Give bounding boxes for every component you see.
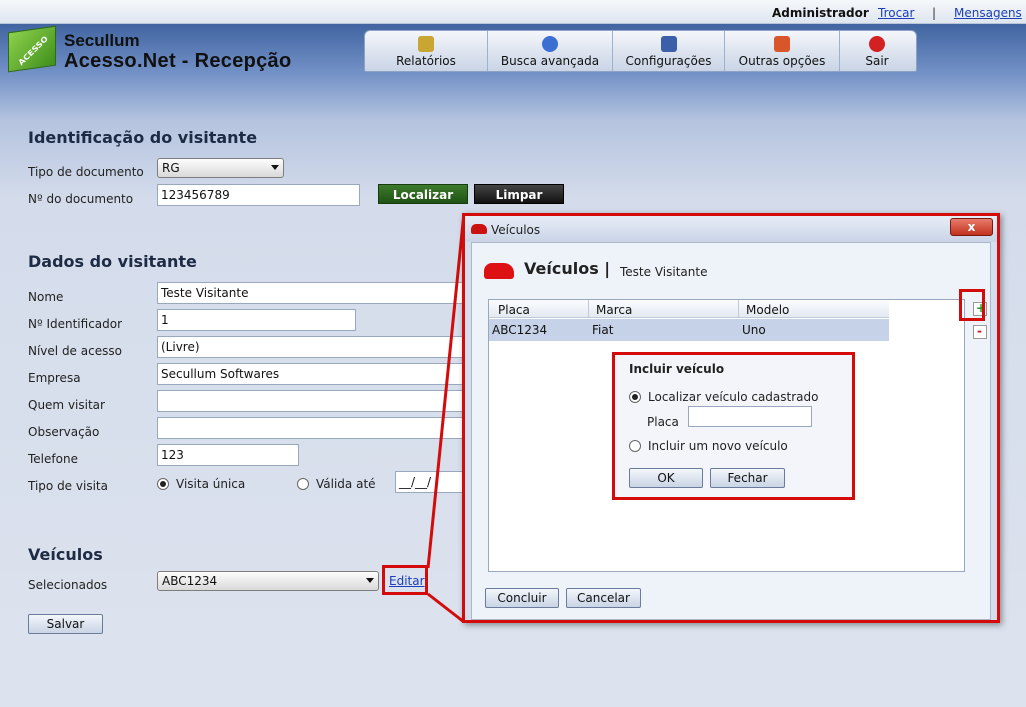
- other-options-button[interactable]: Outras opções: [725, 31, 840, 71]
- close-icon: x: [967, 220, 976, 234]
- reports-button[interactable]: Relatórios: [365, 31, 488, 71]
- settings-button[interactable]: Configurações: [613, 31, 725, 71]
- ok-button[interactable]: OK: [629, 468, 703, 488]
- search-icon: [542, 36, 558, 52]
- car-icon: [484, 263, 514, 279]
- cell-modelo: Uno: [742, 323, 766, 337]
- reports-icon: [418, 36, 434, 52]
- clear-button[interactable]: Limpar: [474, 184, 564, 204]
- conclude-button[interactable]: Concluir: [485, 588, 559, 608]
- phone-input[interactable]: 123: [157, 444, 299, 466]
- vehicles-title: Veículos: [28, 545, 103, 564]
- column-header-marca[interactable]: Marca: [596, 303, 632, 317]
- main-toolbar: Relatórios Busca avançada Configurações …: [364, 30, 917, 72]
- app-title: Acesso.Net - Recepção: [64, 50, 292, 72]
- messages-link[interactable]: Mensagens: [954, 6, 1022, 20]
- dialog-visitor-name: Teste Visitante: [620, 265, 708, 279]
- settings-icon: [660, 36, 677, 52]
- save-button[interactable]: Salvar: [28, 614, 103, 634]
- popup-title: Incluir veículo: [629, 362, 725, 376]
- cell-marca: Fiat: [592, 323, 614, 337]
- plate-label: Placa: [647, 415, 679, 429]
- company-input[interactable]: Secullum Softwares: [157, 363, 465, 385]
- valid-until-label: Válida até: [316, 477, 376, 491]
- locate-registered-radio[interactable]: [629, 391, 641, 403]
- chevron-down-icon: [366, 578, 374, 583]
- plate-input[interactable]: [688, 406, 812, 427]
- identifier-input[interactable]: 1: [157, 309, 356, 331]
- doc-number-input[interactable]: 123456789: [157, 184, 360, 206]
- who-to-visit-input[interactable]: [157, 390, 465, 412]
- app-logo: ACESSO: [8, 25, 56, 73]
- selected-vehicles-label: Selecionados: [28, 578, 108, 592]
- single-visit-radio[interactable]: [157, 478, 169, 490]
- column-header-modelo[interactable]: Modelo: [746, 303, 789, 317]
- brand-name: Secullum: [64, 31, 140, 50]
- doc-number-label: Nº do documento: [28, 192, 134, 206]
- table-header: Placa Marca Modelo: [489, 300, 889, 318]
- app-header: ACESSO Secullum Acesso.Net - Recepção Re…: [0, 24, 1026, 80]
- identifier-label: Nº Identificador: [28, 317, 123, 331]
- minus-icon: -: [977, 324, 982, 338]
- column-header-placa[interactable]: Placa: [498, 303, 530, 317]
- access-level-input[interactable]: (Livre): [157, 336, 465, 358]
- options-icon: [774, 36, 790, 52]
- separator: |: [932, 6, 937, 20]
- dialog-heading: Veículos |: [524, 259, 611, 278]
- access-level-label: Nível de acesso: [28, 344, 122, 358]
- visitor-id-title: Identificação do visitante: [28, 128, 258, 147]
- locate-registered-label: Localizar veículo cadastrado: [648, 390, 819, 404]
- power-icon: [869, 36, 885, 52]
- switch-user-link[interactable]: Trocar: [878, 6, 914, 20]
- single-visit-label: Visita única: [176, 477, 246, 491]
- table-row[interactable]: ABC1234 Fiat Uno: [489, 319, 889, 341]
- observation-input[interactable]: [157, 417, 465, 439]
- selected-vehicles-select[interactable]: ABC1234: [157, 571, 379, 591]
- visit-type-label: Tipo de visita: [28, 479, 108, 493]
- new-vehicle-radio[interactable]: [629, 440, 641, 452]
- close-dialog-button[interactable]: x: [950, 218, 993, 236]
- edit-highlight-box: [382, 565, 428, 595]
- observation-label: Observação: [28, 425, 100, 439]
- include-vehicle-popup: Incluir veículo Localizar veículo cadast…: [612, 352, 855, 500]
- name-input[interactable]: Teste Visitante: [157, 282, 465, 304]
- chevron-down-icon: [271, 165, 279, 170]
- close-popup-button[interactable]: Fechar: [710, 468, 785, 488]
- cancel-button[interactable]: Cancelar: [566, 588, 641, 608]
- valid-until-radio[interactable]: [297, 478, 309, 490]
- doc-type-select[interactable]: RG: [157, 158, 284, 178]
- dialog-window-title: Veículos: [491, 223, 541, 237]
- valid-until-date-input[interactable]: __/__/: [395, 471, 465, 493]
- remove-vehicle-button[interactable]: -: [973, 324, 987, 339]
- visitor-data-title: Dados do visitante: [28, 252, 197, 271]
- phone-label: Telefone: [28, 452, 78, 466]
- advanced-search-button[interactable]: Busca avançada: [488, 31, 613, 71]
- top-bar: Administrador Trocar | Mensagens: [0, 0, 1026, 24]
- current-user: Administrador: [772, 6, 869, 20]
- who-to-visit-label: Quem visitar: [28, 398, 105, 412]
- company-label: Empresa: [28, 371, 81, 385]
- name-label: Nome: [28, 290, 64, 304]
- cell-placa: ABC1234: [492, 323, 548, 337]
- exit-button[interactable]: Sair: [840, 31, 914, 71]
- new-vehicle-label: Incluir um novo veículo: [648, 439, 788, 453]
- doc-type-label: Tipo de documento: [28, 165, 144, 179]
- dialog-title-bar: Veículos x: [465, 216, 997, 242]
- locate-button[interactable]: Localizar: [378, 184, 468, 204]
- car-icon: [471, 224, 487, 234]
- add-highlight-box: [959, 289, 985, 321]
